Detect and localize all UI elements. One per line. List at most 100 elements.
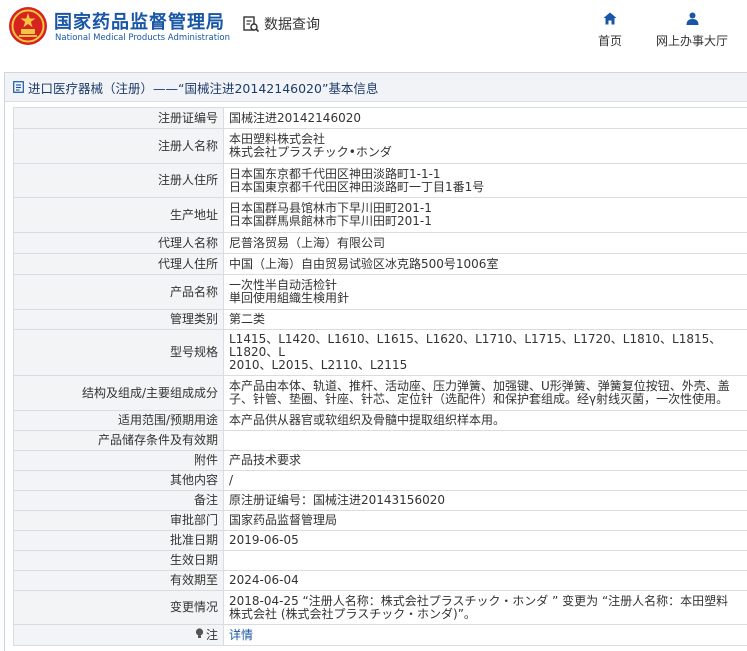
- field-label: 产品名称: [13, 274, 224, 310]
- nav-home-label: 首页: [598, 34, 623, 48]
- field-label-text: 生效日期: [169, 553, 218, 567]
- table-row: 生产地址 日本国群马县馆林市下早川田町201-1 日本国群馬県館林市下早川田町201…: [13, 197, 747, 233]
- field-label: 代理人名称: [13, 232, 224, 254]
- site-logo-cn[interactable]: 国家药品监督管理局: [54, 8, 225, 34]
- field-label-text: 注册人名称: [157, 138, 218, 153]
- field-value: /: [223, 470, 747, 491]
- field-value-line: 日本国东京都千代田区神田淡路町1-1-1: [229, 166, 441, 181]
- field-value-line: 子、针管、垫圈、针座、针芯、定位针（选配件）和保护套组成。经γ射线灭菌，一次性使…: [229, 392, 729, 406]
- document-icon: [13, 81, 24, 93]
- field-label: 结构及组成/主要组成成分: [13, 375, 224, 411]
- search-document-icon: [243, 16, 260, 33]
- field-label-text: 其他内容: [169, 473, 218, 487]
- nav-home[interactable]: 首页: [598, 10, 622, 49]
- table-row: 产品名称 一次性半自动活检针 単回使用組織生検用針: [13, 274, 747, 310]
- field-value-line: 中国（上海）自由贸易试验区冰克路500号1006室: [229, 256, 499, 271]
- field-label: 其他内容: [13, 470, 224, 491]
- field-label-text: 有效期至: [169, 573, 218, 587]
- field-label-text: 管理类别: [169, 312, 218, 326]
- field-label-text: 审批部门: [169, 513, 218, 527]
- table-row: 产品储存条件及有效期: [13, 430, 747, 451]
- site-logo-en[interactable]: National Medical Products Administration: [55, 33, 230, 43]
- field-value: 国械注进20142146020: [223, 107, 747, 129]
- field-value-line: 原注册证编号：国械注进20143156020: [229, 493, 445, 507]
- field-value-line: /: [229, 473, 234, 487]
- info-table: 注册证编号 国械注进20142146020 注册人名称 本田塑料株式会社 株式会社プラス…: [13, 107, 747, 646]
- field-label-text: 附件: [193, 453, 218, 467]
- field-value: 中国（上海）自由贸易试验区冰克路500号1006室: [223, 253, 747, 275]
- field-value: 本产品供从器官或软组织及骨髓中提取组织样本用。: [223, 410, 747, 431]
- field-value: 日本国群马县馆林市下早川田町201-1 日本国群馬県館林市下早川田町201-1: [223, 197, 747, 233]
- table-row: 附件 产品技术要求: [13, 450, 747, 471]
- field-label: 附件: [13, 450, 224, 471]
- field-value: 详情: [223, 624, 747, 646]
- field-label-text: 变更情况: [169, 600, 218, 614]
- lightbulb-icon: [195, 628, 204, 638]
- field-label: 注册人住所: [13, 163, 224, 198]
- field-value: 产品技术要求: [223, 450, 747, 471]
- field-label: 产品储存条件及有效期: [13, 430, 224, 451]
- field-value: 国家药品监督管理局: [223, 510, 747, 531]
- field-value: 本田塑料株式会社 株式会社プラスチック•ホンダ: [223, 128, 747, 164]
- data-query-label: 数据查询: [264, 17, 320, 33]
- home-icon: [603, 12, 617, 24]
- field-value-line: 2010、L2015、L2110、L2115: [229, 358, 408, 372]
- field-value-line: 株式会社 (株式会社プラスチック・ホンダ)”。: [229, 606, 476, 621]
- panel-title-text: 进口医疗器械（注册）——“国械注进20142146020”基本信息: [28, 80, 379, 96]
- table-row: 变更情况 2018-04-25 “注册人名称：株式会社プラスチック・ホンダ ” 变…: [13, 590, 747, 625]
- field-value-line: 2024-06-04: [229, 573, 299, 587]
- field-label-text: 适用范围/预期用途: [117, 413, 218, 427]
- field-value-line: 2019-06-05: [229, 533, 299, 547]
- field-value-line: 2018-04-25 “注册人名称：株式会社プラスチック・ホンダ ” 变更为 “…: [229, 593, 729, 608]
- field-label: 变更情况: [13, 590, 224, 625]
- table-row: 注册证编号 国械注进20142146020: [13, 107, 747, 129]
- nav-online-hall-label: 网上办事大厅: [656, 34, 729, 48]
- field-label-text: 产品名称: [169, 284, 218, 299]
- field-label: 批准日期: [13, 530, 224, 551]
- table-row: 结构及组成/主要组成成分 本产品由本体、轨道、推杆、活动座、压力弹簧、加强键、U形…: [13, 375, 747, 411]
- table-row: 适用范围/预期用途 本产品供从器官或软组织及骨髓中提取组织样本用。: [13, 410, 747, 431]
- field-label: 生效日期: [13, 550, 224, 571]
- field-label-text: 代理人名称: [157, 235, 218, 250]
- field-value-line: 国械注进20142146020: [229, 110, 361, 125]
- data-query-link[interactable]: 数据查询: [242, 14, 320, 34]
- table-row: 注册人住所 日本国东京都千代田区神田淡路町1-1-1 日本国東京都千代田区神田淡路町…: [13, 163, 747, 198]
- field-label: 代理人住所: [13, 253, 224, 275]
- field-label: 审批部门: [13, 510, 224, 531]
- field-value: [223, 430, 747, 451]
- table-row: 备注 原注册证编号：国械注进20143156020: [13, 490, 747, 511]
- field-label-text: 代理人住所: [157, 256, 218, 271]
- field-value: 2018-04-25 “注册人名称：株式会社プラスチック・ホンダ ” 变更为 “…: [223, 590, 747, 625]
- field-value: 2024-06-04: [223, 570, 747, 591]
- details-link[interactable]: 详情: [229, 628, 742, 642]
- field-value-line: 本产品供从器官或软组织及骨髓中提取组织样本用。: [229, 413, 506, 427]
- field-value: [223, 550, 747, 571]
- field-value-line: 产品技术要求: [229, 453, 302, 467]
- table-row: 审批部门 国家药品监督管理局: [13, 510, 747, 531]
- field-label: 生产地址: [13, 197, 224, 233]
- field-value: 一次性半自动活检针 単回使用組織生検用針: [223, 274, 747, 310]
- field-label-text: 备注: [193, 493, 218, 507]
- site-header: 国家药品监督管理局 National Medical Products Admi…: [0, 0, 747, 64]
- field-label-text: 注: [205, 628, 218, 642]
- user-icon: [686, 12, 698, 25]
- field-value: 本产品由本体、轨道、推杆、活动座、压力弹簧、加强键、U形弹簧、弹簧复位按钮、外壳…: [223, 375, 747, 411]
- table-row: 注册人名称 本田塑料株式会社 株式会社プラスチック•ホンダ: [13, 128, 747, 164]
- field-label: 管理类别: [13, 309, 224, 330]
- field-value-line: 株式会社プラスチック•ホンダ: [229, 145, 392, 159]
- table-row: 其他内容 /: [13, 470, 747, 491]
- field-value: 2019-06-05: [223, 530, 747, 551]
- field-value: L1415、L1420、L1610、L1615、L1620、L1710、L171…: [223, 329, 747, 376]
- field-label-text: 产品储存条件及有效期: [97, 433, 218, 447]
- info-panel: 进口医疗器械（注册）——“国械注进20142146020”基本信息 注册证编号国…: [4, 72, 747, 651]
- field-value: 第二类: [223, 309, 747, 330]
- nav-online-hall[interactable]: 网上办事大厅: [656, 10, 728, 49]
- field-label-text: 注册人住所: [157, 173, 218, 187]
- field-value-line: 日本国東京都千代田区神田淡路町一丁目1番1号: [229, 179, 485, 194]
- field-label: 有效期至: [13, 570, 224, 591]
- panel-title: 进口医疗器械（注册）——“国械注进20142146020”基本信息: [5, 73, 747, 102]
- field-label: 注册证编号: [13, 107, 224, 129]
- table-row: 批准日期 2019-06-05: [13, 530, 747, 551]
- field-value: 原注册证编号：国械注进20143156020: [223, 490, 747, 511]
- field-value-line: 日本国群馬県館林市下早川田町201-1: [229, 214, 432, 228]
